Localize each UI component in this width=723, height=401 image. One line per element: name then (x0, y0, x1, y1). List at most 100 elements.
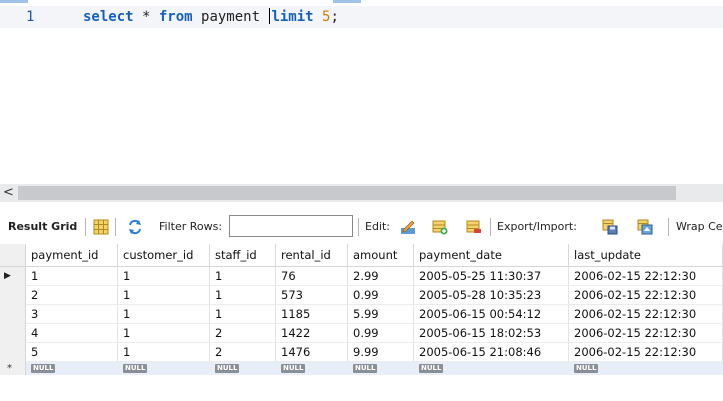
column-header-payment-id[interactable]: payment_id (26, 244, 118, 266)
sql-keyword-select: select (83, 9, 134, 25)
scrollbar-thumb[interactable] (18, 186, 676, 200)
cell-payment-date[interactable]: 2005-05-28 10:35:23 (414, 286, 569, 305)
export-icon[interactable] (602, 219, 618, 235)
null-badge: NULL (31, 364, 56, 373)
cell-last-update[interactable]: 2006-02-15 22:12:30 (569, 267, 723, 286)
null-cell[interactable]: NULL (348, 362, 414, 375)
cell-amount[interactable]: 5.99 (348, 305, 414, 324)
edit-pencil-icon[interactable] (400, 219, 416, 235)
cell-last-update[interactable]: 2006-02-15 22:12:30 (569, 305, 723, 324)
result-grid-tab[interactable]: Result Grid (8, 211, 77, 243)
cell-payment-date[interactable]: 2005-05-25 11:30:37 (414, 267, 569, 286)
column-header-payment-date[interactable]: payment_date (414, 244, 569, 266)
null-cell[interactable]: NULL (26, 362, 118, 375)
line-number: 1 (26, 9, 35, 25)
editor-line-1[interactable]: 1 select * from payment limit 5; (0, 6, 723, 28)
cell-rental-id[interactable]: 1422 (276, 324, 348, 343)
null-cell[interactable]: NULL (210, 362, 276, 375)
cell-staff-id[interactable]: 1 (210, 267, 276, 286)
table-row[interactable]: 5 1 2 1476 9.99 2005-06-15 21:08:46 2006… (0, 343, 723, 362)
row-gutter[interactable] (0, 343, 26, 362)
cell-amount[interactable]: 9.99 (348, 343, 414, 362)
cell-staff-id[interactable]: 1 (210, 305, 276, 324)
column-header-rental-id[interactable]: rental_id (276, 244, 348, 266)
null-badge: NULL (353, 364, 378, 373)
cell-customer-id[interactable]: 1 (118, 324, 210, 343)
cell-rental-id[interactable]: 1476 (276, 343, 348, 362)
row-gutter[interactable]: ▶ (0, 267, 26, 286)
filter-rows-input[interactable] (229, 215, 353, 237)
cell-payment-date[interactable]: 2005-06-15 21:08:46 (414, 343, 569, 362)
cell-last-update[interactable]: 2006-02-15 22:12:30 (569, 343, 723, 362)
export-import-label: Export/Import: (497, 220, 577, 233)
table-row[interactable]: 4 1 2 1422 0.99 2005-06-15 18:02:53 2006… (0, 324, 723, 343)
sql-space (314, 9, 322, 25)
sql-statement[interactable]: select * from payment limit 5; (83, 6, 339, 28)
new-row[interactable]: * NULL NULL NULL NULL NULL NULL NULL (0, 362, 723, 375)
editor-horizontal-scrollbar[interactable]: < (0, 184, 723, 202)
cell-last-update[interactable]: 2006-02-15 22:12:30 (569, 286, 723, 305)
cell-payment-id[interactable]: 3 (26, 305, 118, 324)
table-row[interactable]: ▶ 1 1 1 76 2.99 2005-05-25 11:30:37 2006… (0, 267, 723, 286)
cell-last-update[interactable]: 2006-02-15 22:12:30 (569, 324, 723, 343)
row-gutter[interactable]: * (0, 362, 26, 375)
row-gutter[interactable] (0, 305, 26, 324)
cell-payment-id[interactable]: 5 (26, 343, 118, 362)
cell-staff-id[interactable]: 1 (210, 286, 276, 305)
cell-payment-id[interactable]: 1 (26, 267, 118, 286)
scroll-left-icon[interactable]: < (3, 184, 15, 202)
cell-amount[interactable]: 2.99 (348, 267, 414, 286)
row-gutter[interactable] (0, 286, 26, 305)
cell-rental-id[interactable]: 573 (276, 286, 348, 305)
column-header-last-update[interactable]: last_update (569, 244, 723, 266)
edit-label: Edit: (365, 220, 391, 233)
column-header-staff-id[interactable]: staff_id (210, 244, 276, 266)
null-cell[interactable]: NULL (276, 362, 348, 375)
cell-rental-id[interactable]: 76 (276, 267, 348, 286)
null-cell[interactable]: NULL (118, 362, 210, 375)
current-row-pointer-icon: ▶ (4, 271, 11, 281)
cell-payment-date[interactable]: 2005-06-15 00:54:12 (414, 305, 569, 324)
toolbar-divider (115, 218, 116, 236)
cell-amount[interactable]: 0.99 (348, 324, 414, 343)
column-header-customer-id[interactable]: customer_id (118, 244, 210, 266)
cell-rental-id[interactable]: 1185 (276, 305, 348, 324)
table-row[interactable]: 2 1 1 573 0.99 2005-05-28 10:35:23 2006-… (0, 286, 723, 305)
row-gutter[interactable] (0, 324, 26, 343)
toolbar-divider (668, 218, 669, 236)
cell-staff-id[interactable]: 2 (210, 343, 276, 362)
row-gutter-header (0, 244, 26, 266)
null-cell[interactable]: NULL (414, 362, 569, 375)
cell-customer-id[interactable]: 1 (118, 305, 210, 324)
cell-payment-date[interactable]: 2005-06-15 18:02:53 (414, 324, 569, 343)
column-header-amount[interactable]: amount (348, 244, 414, 266)
cell-amount[interactable]: 0.99 (348, 286, 414, 305)
refresh-icon[interactable] (127, 219, 143, 235)
sql-editor[interactable]: 1 select * from payment limit 5; (0, 0, 723, 183)
null-badge: NULL (419, 364, 444, 373)
cell-payment-id[interactable]: 4 (26, 324, 118, 343)
sql-star: * (133, 9, 159, 25)
null-badge: NULL (123, 364, 148, 373)
cell-customer-id[interactable]: 1 (118, 343, 210, 362)
delete-row-icon[interactable] (466, 219, 482, 235)
null-badge: NULL (215, 364, 240, 373)
table-row[interactable]: 3 1 1 1185 5.99 2005-06-15 00:54:12 2006… (0, 305, 723, 324)
filter-rows-label: Filter Rows: (159, 220, 223, 233)
import-icon[interactable] (637, 219, 653, 235)
sql-keyword-limit: limit (271, 9, 314, 25)
toolbar-divider (85, 218, 86, 236)
add-row-icon[interactable] (432, 219, 448, 235)
null-cell[interactable]: NULL (569, 362, 723, 375)
new-row-asterisk-icon: * (7, 363, 12, 374)
grid-layout-icon[interactable] (93, 219, 109, 235)
toolbar-divider (490, 218, 491, 236)
result-toolbar: Result Grid Filter Rows: Edit: Export/Im… (0, 211, 723, 243)
cell-payment-id[interactable]: 2 (26, 286, 118, 305)
toolbar-divider (358, 218, 359, 236)
wrap-cell-label[interactable]: Wrap Ce (676, 211, 723, 243)
cell-customer-id[interactable]: 1 (118, 267, 210, 286)
cell-staff-id[interactable]: 2 (210, 324, 276, 343)
grid-header-row: payment_id customer_id staff_id rental_i… (0, 244, 723, 267)
cell-customer-id[interactable]: 1 (118, 286, 210, 305)
